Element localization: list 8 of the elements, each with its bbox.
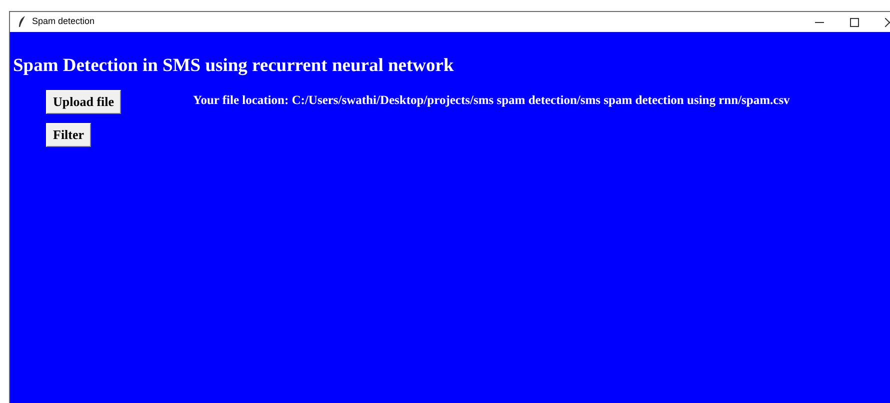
close-icon[interactable] <box>885 18 890 26</box>
app-heading: Spam Detection in SMS using recurrent neural network <box>13 55 455 78</box>
action-button[interactable]: Upload file <box>46 90 122 114</box>
maximize-icon[interactable] <box>850 18 859 26</box>
file-location: Your file location: C:/Users/swathi/Desktop/projects/sms spam detection/sms spam detection using rnn/spam.csv <box>193 92 790 109</box>
action-button[interactable]: Filter <box>46 123 92 147</box>
feather-icon <box>18 16 26 28</box>
window-title: Spam detection <box>32 15 95 28</box>
